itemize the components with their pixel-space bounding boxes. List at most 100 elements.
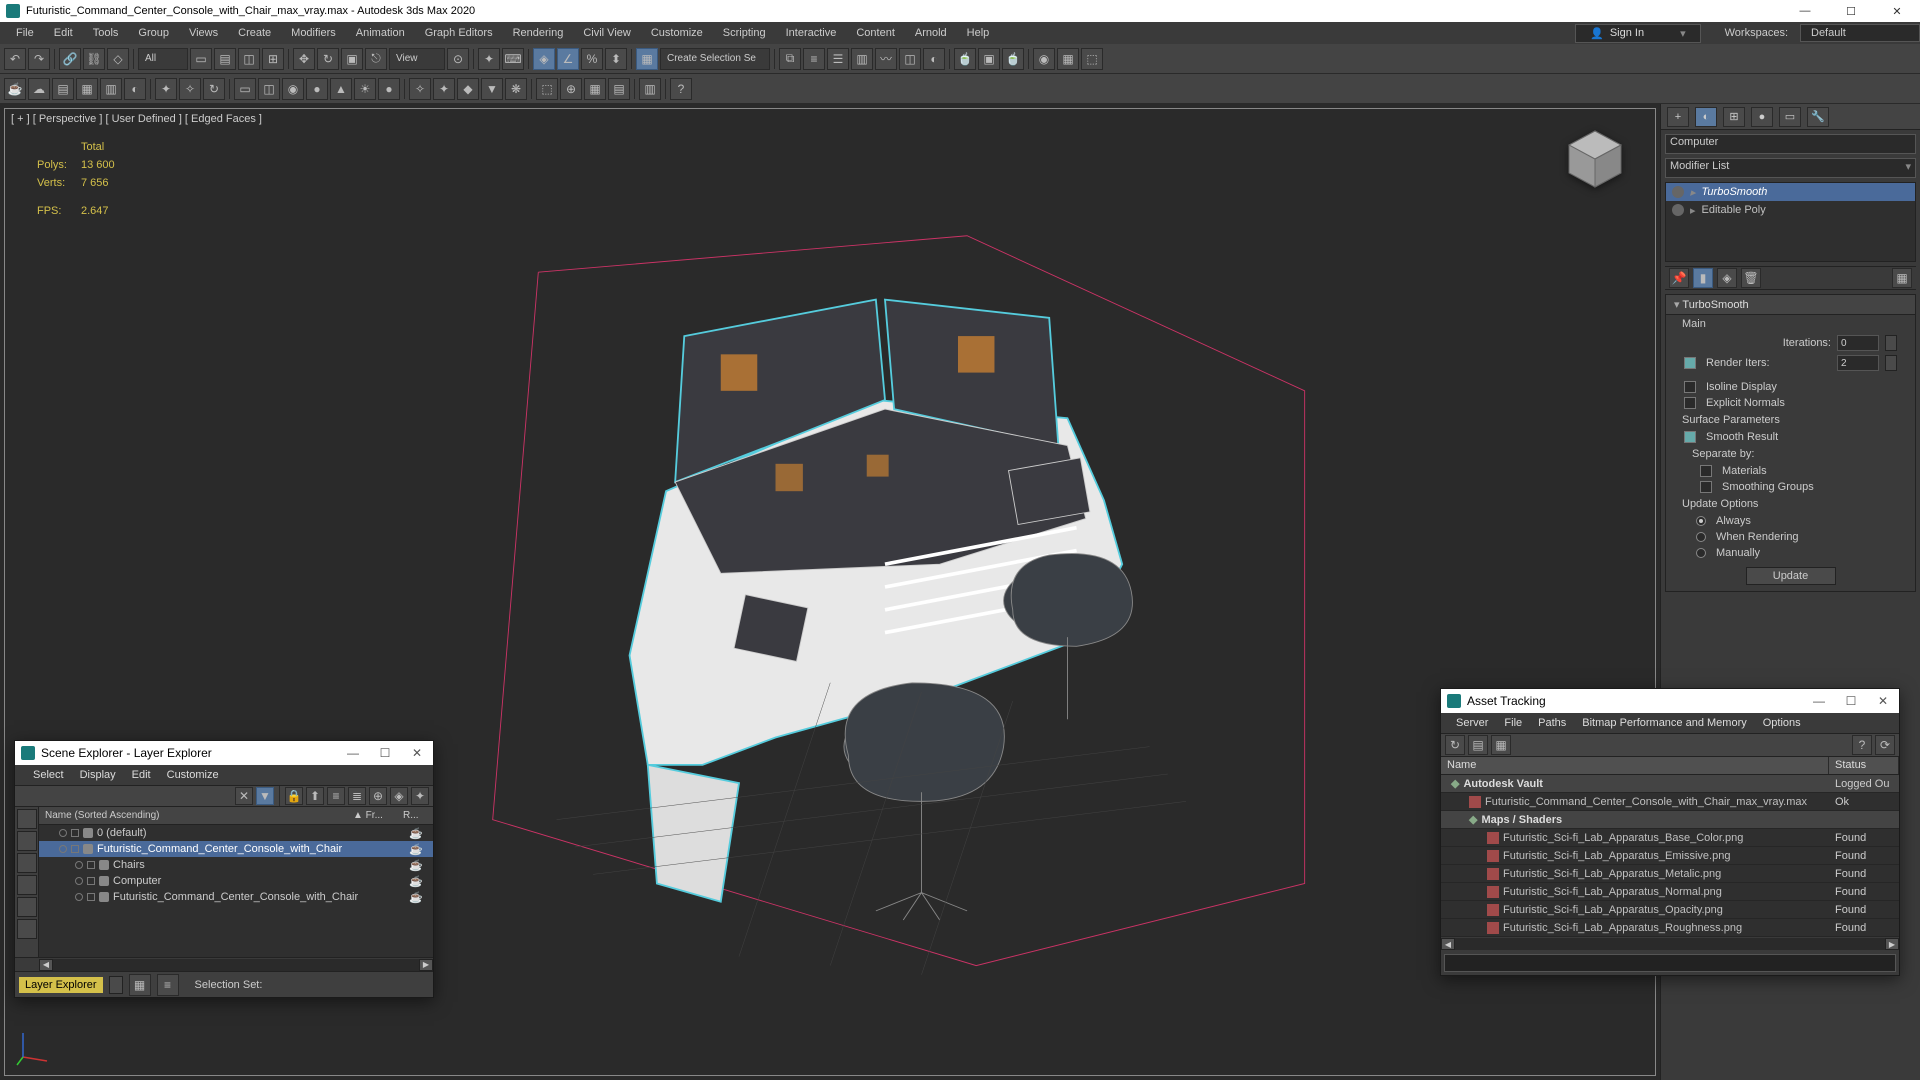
visibility-icon[interactable]: [59, 829, 67, 837]
tb2-btn-20[interactable]: ▼: [481, 78, 503, 100]
at-refresh-button[interactable]: ↻: [1445, 735, 1465, 755]
se-side-3[interactable]: [17, 853, 37, 873]
display-tab[interactable]: ▭: [1779, 107, 1801, 127]
tb2-btn-3[interactable]: ▤: [52, 78, 74, 100]
se-tb-9[interactable]: ✦: [411, 787, 429, 805]
modifier-list-dropdown[interactable]: Modifier List: [1665, 158, 1916, 178]
smoothing-groups-checkbox[interactable]: [1700, 481, 1712, 493]
at-command-input[interactable]: [1444, 954, 1896, 972]
tb2-btn-26[interactable]: ▥: [639, 78, 661, 100]
tb2-btn-6[interactable]: ◐: [124, 78, 146, 100]
at-maximize-button[interactable]: ☐: [1835, 689, 1867, 713]
select-button[interactable]: ▭: [190, 48, 212, 70]
workspaces-dropdown[interactable]: Default: [1800, 24, 1920, 42]
se-side-6[interactable]: [17, 919, 37, 939]
toggle-ribbon-button[interactable]: ▥: [851, 48, 873, 70]
render-button[interactable]: 🍵: [1002, 48, 1024, 70]
isoline-checkbox[interactable]: [1684, 381, 1696, 393]
freeze-icon[interactable]: [87, 861, 95, 869]
render-setup-button[interactable]: 🍵: [954, 48, 976, 70]
visibility-toggle-icon[interactable]: [1672, 186, 1684, 198]
help-icon[interactable]: ?: [670, 78, 692, 100]
sign-in-button[interactable]: 👤Sign In▾: [1575, 24, 1700, 43]
scroll-left-icon[interactable]: ◀: [39, 959, 53, 971]
make-unique-button[interactable]: ◈: [1717, 268, 1737, 288]
se-tree[interactable]: Name (Sorted Ascending) ▲ Fr... R... 0 (…: [39, 807, 433, 957]
smooth-result-checkbox[interactable]: [1684, 431, 1696, 443]
render-iters-checkbox[interactable]: [1684, 357, 1696, 369]
at-tb-2[interactable]: ▤: [1468, 735, 1488, 755]
at-close-button[interactable]: ✕: [1867, 689, 1899, 713]
tb2-btn-2[interactable]: ☁: [28, 78, 50, 100]
pin-stack-button[interactable]: 📌: [1669, 268, 1689, 288]
freeze-icon[interactable]: [71, 845, 79, 853]
se-column-headers[interactable]: Name (Sorted Ascending) ▲ Fr... R...: [39, 807, 433, 825]
render-iters-spinner[interactable]: 2: [1837, 355, 1879, 371]
at-menu-options[interactable]: Options: [1756, 715, 1808, 731]
tb2-btn-25[interactable]: ▤: [608, 78, 630, 100]
always-radio[interactable]: [1696, 516, 1706, 526]
curve-editor-button[interactable]: 〰: [875, 48, 897, 70]
render-icon[interactable]: ☕: [409, 827, 433, 840]
tb2-btn-13[interactable]: ●: [306, 78, 328, 100]
menu-tools[interactable]: Tools: [83, 24, 129, 42]
se-tb-6[interactable]: ≣: [348, 787, 366, 805]
tb2-btn-4[interactable]: ▦: [76, 78, 98, 100]
asset-tracking-titlebar[interactable]: Asset Tracking — ☐ ✕: [1441, 689, 1899, 713]
tb2-btn-5[interactable]: ▥: [100, 78, 122, 100]
mirror-button[interactable]: ⧉: [779, 48, 801, 70]
at-tb-5[interactable]: ⟳: [1875, 735, 1895, 755]
se-tb-8[interactable]: ◈: [390, 787, 408, 805]
freeze-icon[interactable]: [71, 829, 79, 837]
menu-group[interactable]: Group: [128, 24, 179, 42]
show-end-result-button[interactable]: ▮: [1693, 268, 1713, 288]
tb2-btn-9[interactable]: ↻: [203, 78, 225, 100]
se-menu-display[interactable]: Display: [72, 767, 124, 783]
se-tb-5[interactable]: ≡: [327, 787, 345, 805]
schematic-view-button[interactable]: ◫: [899, 48, 921, 70]
tb2-btn-11[interactable]: ◫: [258, 78, 280, 100]
visibility-icon[interactable]: [75, 861, 83, 869]
se-close-button[interactable]: ✕: [401, 741, 433, 765]
select-rotate-button[interactable]: ↻: [317, 48, 339, 70]
se-minimize-button[interactable]: —: [337, 741, 369, 765]
menu-interactive[interactable]: Interactive: [776, 24, 847, 42]
panorama-button[interactable]: ⬚: [1081, 48, 1103, 70]
edit-named-sel-button[interactable]: ▦: [636, 48, 658, 70]
layer-row[interactable]: Futuristic_Command_Center_Console_with_C…: [39, 841, 433, 857]
se-side-2[interactable]: [17, 831, 37, 851]
tb2-btn-1[interactable]: ☕: [4, 78, 26, 100]
at-scroll-left-icon[interactable]: ◀: [1441, 938, 1455, 950]
at-scroll-right-icon[interactable]: ▶: [1885, 938, 1899, 950]
keyboard-button[interactable]: ⌨: [502, 48, 524, 70]
bind-button[interactable]: ◇: [107, 48, 129, 70]
tb2-btn-19[interactable]: ◆: [457, 78, 479, 100]
at-menu-file[interactable]: File: [1497, 715, 1529, 731]
close-button[interactable]: ✕: [1874, 0, 1920, 22]
menu-scripting[interactable]: Scripting: [713, 24, 776, 42]
asset-row[interactable]: Futuristic_Sci-fi_Lab_Apparatus_Base_Col…: [1441, 829, 1899, 847]
scene-explorer-window[interactable]: Scene Explorer - Layer Explorer — ☐ ✕ Se…: [14, 740, 434, 998]
asset-table-header[interactable]: Name Status: [1441, 757, 1899, 775]
se-foot-btn1[interactable]: ▦: [129, 974, 151, 996]
tb2-btn-12[interactable]: ◉: [282, 78, 304, 100]
render-iters-spinner-buttons[interactable]: [1885, 355, 1897, 371]
tb2-btn-10[interactable]: ▭: [234, 78, 256, 100]
modifier-stack-item[interactable]: ▸Editable Poly: [1666, 201, 1915, 219]
ref-coord-dropdown[interactable]: View: [389, 48, 445, 70]
asset-row[interactable]: Futuristic_Sci-fi_Lab_Apparatus_Normal.p…: [1441, 883, 1899, 901]
visibility-icon[interactable]: [75, 877, 83, 885]
se-menu-customize[interactable]: Customize: [159, 767, 227, 783]
asset-row[interactable]: Futuristic_Sci-fi_Lab_Apparatus_Metalic.…: [1441, 865, 1899, 883]
scroll-right-icon[interactable]: ▶: [419, 959, 433, 971]
asset-tracking-window[interactable]: Asset Tracking — ☐ ✕ ServerFilePathsBitm…: [1440, 688, 1900, 976]
materials-checkbox[interactable]: [1700, 465, 1712, 477]
align-button[interactable]: ≡: [803, 48, 825, 70]
hierarchy-tab[interactable]: ⊞: [1723, 107, 1745, 127]
asset-row[interactable]: Futuristic_Sci-fi_Lab_Apparatus_Roughnes…: [1441, 919, 1899, 937]
freeze-icon[interactable]: [87, 893, 95, 901]
visibility-toggle-icon[interactable]: [1672, 204, 1684, 216]
at-menu-bitmap-performance-and-memory[interactable]: Bitmap Performance and Memory: [1575, 715, 1753, 731]
angle-snap-button[interactable]: ∠: [557, 48, 579, 70]
remove-modifier-button[interactable]: 🗑: [1741, 268, 1761, 288]
